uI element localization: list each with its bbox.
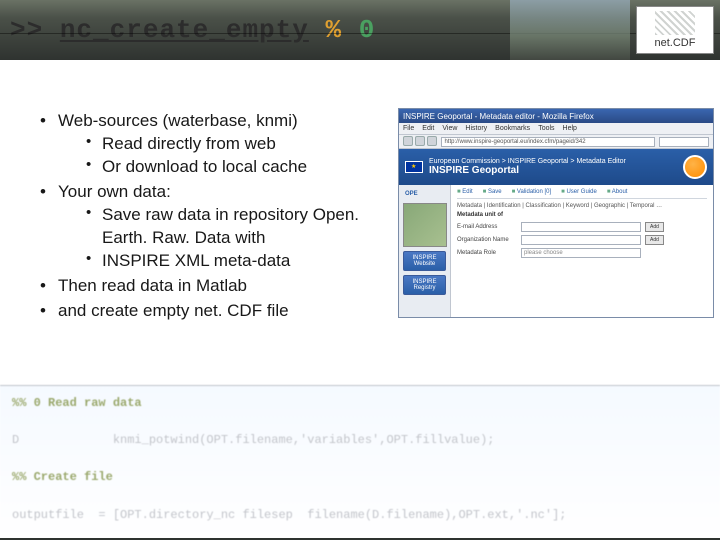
nav-icons: [403, 136, 437, 148]
sidebar-btn-website[interactable]: INSPIRE Website: [403, 251, 446, 271]
browser-menubar: File Edit View History Bookmarks Tools H…: [399, 123, 713, 135]
reload-icon[interactable]: [427, 136, 437, 146]
menu-tools[interactable]: Tools: [538, 125, 554, 132]
command-text: nc_create_empty: [60, 15, 309, 45]
row-email: E-mail Address Add: [457, 222, 707, 232]
sidebar-btn-registry[interactable]: INSPIRE Registry: [403, 275, 446, 295]
inspire-orange-icon: [683, 155, 707, 179]
bullet-web-sources: Web-sources (waterbase, knmi) Read direc…: [40, 110, 380, 179]
bullet-text: Your own data:: [58, 182, 171, 201]
editor-breadcrumb: Metadata | Identification | Classificati…: [457, 203, 707, 209]
prompt-symbol: >>: [10, 15, 43, 45]
banner-text: European Commission > INSPIRE Geoportal …: [429, 158, 626, 177]
bullet-read-matlab: Then read data in Matlab: [40, 275, 380, 298]
percent-symbol: %: [325, 15, 342, 45]
menu-history[interactable]: History: [465, 125, 487, 132]
menu-file[interactable]: File: [403, 125, 414, 132]
browser-body: OPE INSPIRE Website INSPIRE Registry Edi…: [399, 185, 713, 317]
bullet-own-data: Your own data: Save raw data in reposito…: [40, 181, 380, 273]
back-icon[interactable]: [403, 136, 413, 146]
menu-bookmarks[interactable]: Bookmarks: [495, 125, 530, 132]
forward-icon[interactable]: [415, 136, 425, 146]
row-org: Organization Name Add: [457, 235, 707, 245]
bullet-text: Web-sources (waterbase, knmi): [58, 111, 298, 130]
sub-download-cache: Or download to local cache: [86, 156, 380, 179]
tb-about[interactable]: About: [607, 189, 628, 195]
menu-view[interactable]: View: [442, 125, 457, 132]
matlab-code-block: %% 0 Read raw data D knmi_potwind(OPT.fi…: [0, 385, 720, 540]
tb-edit[interactable]: Edit: [457, 189, 473, 195]
bullet-create-netcdf: and create empty net. CDF file: [40, 300, 380, 323]
select-role[interactable]: please choose: [521, 248, 641, 258]
code-h1: %% 0 Read raw data: [12, 396, 142, 410]
sub-inspire-xml: INSPIRE XML meta-data: [86, 250, 380, 273]
inspire-banner: European Commission > INSPIRE Geoportal …: [399, 149, 713, 185]
label-email: E-mail Address: [457, 224, 517, 230]
header-bridge-photo: [510, 0, 630, 60]
btn-add-org[interactable]: Add: [645, 235, 664, 245]
editor-toolbar: Edit Save Validation [0] User Guide Abou…: [457, 189, 707, 199]
row-role: Metadata Role please choose: [457, 248, 707, 258]
url-field[interactable]: http://www.inspire-geoportal.eu/index.cf…: [441, 137, 655, 147]
code-l1: D knmi_potwind(OPT.filename,'variables',…: [12, 433, 494, 447]
netcdf-logo: net.CDF: [636, 6, 714, 54]
browser-screenshot: INSPIRE Geoportal - Metadata editor - Mo…: [398, 108, 714, 318]
browser-sidebar: OPE INSPIRE Website INSPIRE Registry: [399, 185, 451, 317]
banner-title: INSPIRE Geoportal: [429, 165, 626, 176]
label-org: Organization Name: [457, 237, 517, 243]
input-email[interactable]: [521, 222, 641, 232]
banner-breadcrumb: European Commission > INSPIRE Geoportal …: [429, 158, 626, 166]
slide-title: >> nc_create_empty % 0: [10, 15, 375, 45]
browser-main: Edit Save Validation [0] User Guide Abou…: [451, 185, 713, 317]
tb-userguide[interactable]: User Guide: [561, 189, 597, 195]
section-header: Metadata unit of: [457, 212, 707, 218]
input-org[interactable]: [521, 235, 641, 245]
slide-header: >> nc_create_empty % 0 net.CDF: [0, 0, 720, 60]
menu-edit[interactable]: Edit: [422, 125, 434, 132]
code-l2: outputfile = [OPT.directory_nc filesep f…: [12, 508, 567, 522]
tb-validation[interactable]: Validation [0]: [512, 189, 552, 195]
label-role: Metadata Role: [457, 250, 517, 256]
bullet-list: Web-sources (waterbase, knmi) Read direc…: [40, 110, 380, 322]
browser-titlebar: INSPIRE Geoportal - Metadata editor - Mo…: [399, 109, 713, 123]
btn-add-email[interactable]: Add: [645, 222, 664, 232]
eu-flag-icon: [405, 161, 423, 173]
menu-help[interactable]: Help: [563, 125, 577, 132]
browser-addressbar: http://www.inspire-geoportal.eu/index.cf…: [399, 135, 713, 149]
sub-save-raw: Save raw data in repository Open. Earth.…: [86, 204, 380, 250]
tb-save[interactable]: Save: [483, 189, 502, 195]
search-field[interactable]: [659, 137, 709, 147]
code-h2: %% Create file: [12, 470, 113, 484]
sidebar-map-icon: [403, 203, 447, 247]
sidebar-header: OPE: [403, 189, 446, 199]
logo-text: net.CDF: [655, 37, 696, 49]
sub-read-web: Read directly from web: [86, 133, 380, 156]
step-number: 0: [359, 15, 376, 45]
